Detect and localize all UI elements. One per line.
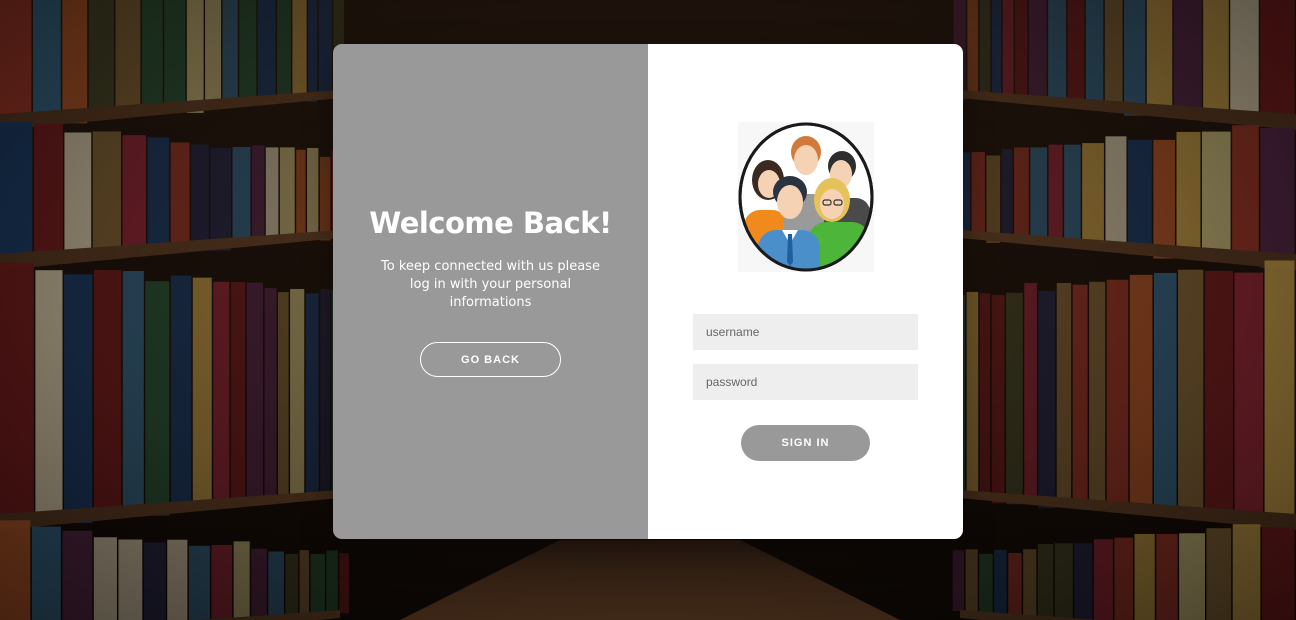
sign-in-button[interactable]: SIGN IN [741, 425, 870, 461]
login-panel: SIGN IN [648, 44, 963, 539]
user-group-icon [738, 122, 874, 272]
username-input[interactable] [693, 314, 918, 350]
login-card: Welcome Back! To keep connected with us … [333, 44, 963, 539]
welcome-panel: Welcome Back! To keep connected with us … [333, 44, 648, 539]
password-input[interactable] [693, 364, 918, 400]
go-back-button[interactable]: GO BACK [420, 342, 561, 377]
welcome-message: To keep connected with us please log in … [381, 259, 600, 310]
welcome-title: Welcome Back! [369, 206, 612, 240]
